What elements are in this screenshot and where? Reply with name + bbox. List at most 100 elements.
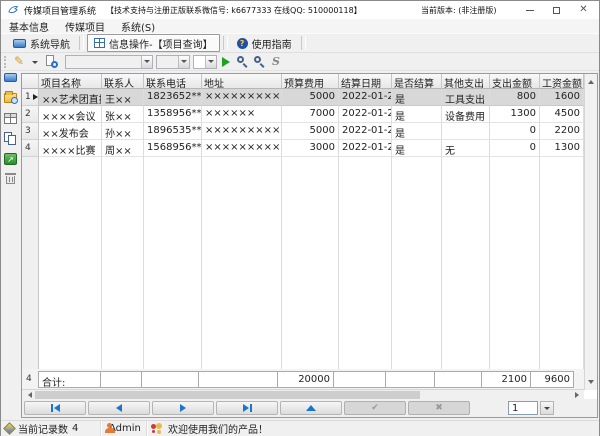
- data-grid: 项目名称 联系人 联系电话 地址 预算费用 结算日期 是否结算 其他支出 支出金…: [21, 73, 598, 418]
- chevron-down-icon[interactable]: [178, 56, 189, 68]
- column-header[interactable]: 预算费用: [282, 74, 339, 89]
- user-guide-label: 使用指南: [252, 36, 292, 51]
- status-bar: 当前记录数 4 Admin 欢迎使用我们的产品！: [1, 420, 599, 436]
- scroll-up-icon[interactable]: [585, 74, 597, 87]
- column-header[interactable]: 项目名称: [39, 74, 102, 89]
- help-icon: ?: [237, 38, 248, 49]
- grid-header-row: 项目名称 联系人 联系电话 地址 预算费用 结算日期 是否结算 其他支出 支出金…: [22, 74, 597, 89]
- table-row[interactable]: 1 ××艺术团直播 王×× 1823652**** ×××××××××× 500…: [22, 89, 597, 106]
- table-view-icon[interactable]: [4, 112, 18, 125]
- app-icon: [7, 4, 19, 16]
- toolbar-separator: [301, 36, 306, 50]
- welcome-message: 欢迎使用我们的产品！: [168, 421, 268, 436]
- people-icon: [151, 423, 164, 434]
- record-count-icon: [3, 422, 16, 435]
- column-header[interactable]: 其他支出: [442, 74, 490, 89]
- menu-media-project[interactable]: 传媒项目: [57, 19, 113, 34]
- version-text: 当前版本: (非注册版): [421, 5, 496, 16]
- system-nav-button[interactable]: 系统导航: [7, 34, 76, 52]
- next-record-button[interactable]: [152, 401, 214, 415]
- page-number-input[interactable]: 1: [508, 401, 538, 415]
- find-document-icon[interactable]: [45, 55, 58, 68]
- close-button[interactable]: ✕: [570, 1, 597, 19]
- summary-indicator: 4: [22, 374, 39, 384]
- vertical-scrollbar[interactable]: [584, 74, 597, 390]
- window-title: 传媒项目管理系统: [24, 4, 96, 17]
- indicator-header-cell: [22, 74, 39, 89]
- info-operation-label: 信息操作-【项目查询】: [109, 36, 213, 51]
- minimize-button[interactable]: [516, 1, 543, 19]
- table-row[interactable]: 2 ××××会议 张×× 1358956**** ×××××× 7000 202…: [22, 106, 597, 123]
- scroll-right-icon[interactable]: [572, 391, 584, 399]
- edit-pencil-icon[interactable]: ✎: [14, 55, 24, 67]
- column-header[interactable]: 联系电话: [144, 74, 202, 89]
- chevron-down-icon[interactable]: [205, 56, 216, 68]
- delete-icon[interactable]: [4, 172, 18, 185]
- menu-system[interactable]: 系统(S): [113, 19, 163, 34]
- column-header[interactable]: 联系人: [102, 74, 144, 89]
- column-header[interactable]: 地址: [202, 74, 282, 89]
- scroll-down-icon[interactable]: [585, 377, 597, 390]
- menu-bar: 基本信息 传媒项目 系统(S): [1, 19, 599, 33]
- record-count-panel: 当前记录数 4: [1, 421, 101, 436]
- search-all-icon[interactable]: [254, 56, 266, 68]
- post-edit-button[interactable]: ✔: [344, 401, 406, 415]
- user-panel: Admin: [101, 421, 147, 436]
- side-toolbar: ↗: [1, 71, 21, 418]
- copy-icon[interactable]: [4, 132, 18, 145]
- filter-toolbar: ✎ S: [1, 53, 599, 71]
- toolbar-gripper: [4, 56, 7, 68]
- close-icon: ✕: [579, 5, 587, 15]
- column-header[interactable]: 结算日期: [339, 74, 392, 89]
- prior-record-button[interactable]: [88, 401, 150, 415]
- horizontal-scrollbar-thumb[interactable]: [35, 391, 420, 399]
- record-count-label: 当前记录数: [18, 421, 68, 436]
- search-icon[interactable]: [237, 56, 249, 68]
- summary-row: 4 合计: 20000 2100 9600: [22, 369, 597, 389]
- app-window: 传媒项目管理系统 【技术支持与注册正版联系微信号: k6677333 在线QQ:…: [0, 0, 600, 436]
- maximize-icon: [553, 7, 560, 14]
- search-input[interactable]: [193, 55, 217, 69]
- chevron-down-icon[interactable]: [141, 56, 152, 68]
- operator-combobox[interactable]: [156, 55, 190, 69]
- main-toolbar: 系统导航 信息操作-【项目查询】 ? 使用指南: [1, 33, 599, 53]
- record-navigator: ✔ ✖ 1: [22, 399, 597, 417]
- system-nav-label: 系统导航: [30, 36, 70, 51]
- table-row[interactable]: 3 ××发布会 孙×× 1896535**** ×××××××××× 5000 …: [22, 123, 597, 140]
- title-bar: 传媒项目管理系统 【技术支持与注册正版联系微信号: k6677333 在线QQ:…: [1, 1, 599, 19]
- first-record-button[interactable]: [24, 401, 86, 415]
- welcome-panel: 欢迎使用我们的产品！: [147, 421, 276, 436]
- edit-record-button[interactable]: [280, 401, 342, 415]
- panel-view-icon[interactable]: [4, 73, 18, 86]
- folder-search-icon[interactable]: [4, 91, 18, 104]
- user-guide-button[interactable]: ? 使用指南: [231, 34, 298, 52]
- column-header[interactable]: 工资金额: [540, 74, 584, 89]
- column-header[interactable]: 是否结算: [392, 74, 442, 89]
- summary-label: 合计:: [38, 371, 101, 388]
- pencil-dropdown-icon[interactable]: [32, 61, 38, 67]
- support-info-text: 【技术支持与注册正版联系微信号: k6677333 在线QQ: 51000011…: [106, 5, 362, 16]
- grid-empty-area: [22, 157, 597, 369]
- page-dropdown-button[interactable]: [540, 401, 554, 415]
- panel-icon: [13, 39, 26, 48]
- cancel-edit-button[interactable]: ✖: [408, 401, 470, 415]
- scroll-left-icon[interactable]: [22, 391, 34, 399]
- info-operation-button[interactable]: 信息操作-【项目查询】: [87, 34, 220, 52]
- summary-expense-total: 2100: [481, 371, 531, 388]
- horizontal-scrollbar[interactable]: [22, 389, 584, 399]
- toolbar-separator: [79, 36, 84, 50]
- sql-icon[interactable]: S: [272, 55, 280, 68]
- field-combobox[interactable]: [65, 55, 153, 69]
- maximize-button[interactable]: [543, 1, 570, 19]
- toolbar-separator: [223, 36, 228, 50]
- menu-basic-info[interactable]: 基本信息: [1, 19, 57, 34]
- column-header[interactable]: 支出金额: [490, 74, 540, 89]
- summary-budget-total: 20000: [277, 371, 334, 388]
- grid-icon: [94, 38, 105, 48]
- run-query-icon[interactable]: [222, 57, 235, 67]
- table-row[interactable]: 4 ××××比赛 周×× 1568956**** ×××××××××× 3000…: [22, 140, 597, 157]
- export-icon[interactable]: ↗: [4, 152, 18, 165]
- minimize-icon: [526, 10, 534, 11]
- last-record-button[interactable]: [216, 401, 278, 415]
- summary-salary-total: 9600: [530, 371, 574, 388]
